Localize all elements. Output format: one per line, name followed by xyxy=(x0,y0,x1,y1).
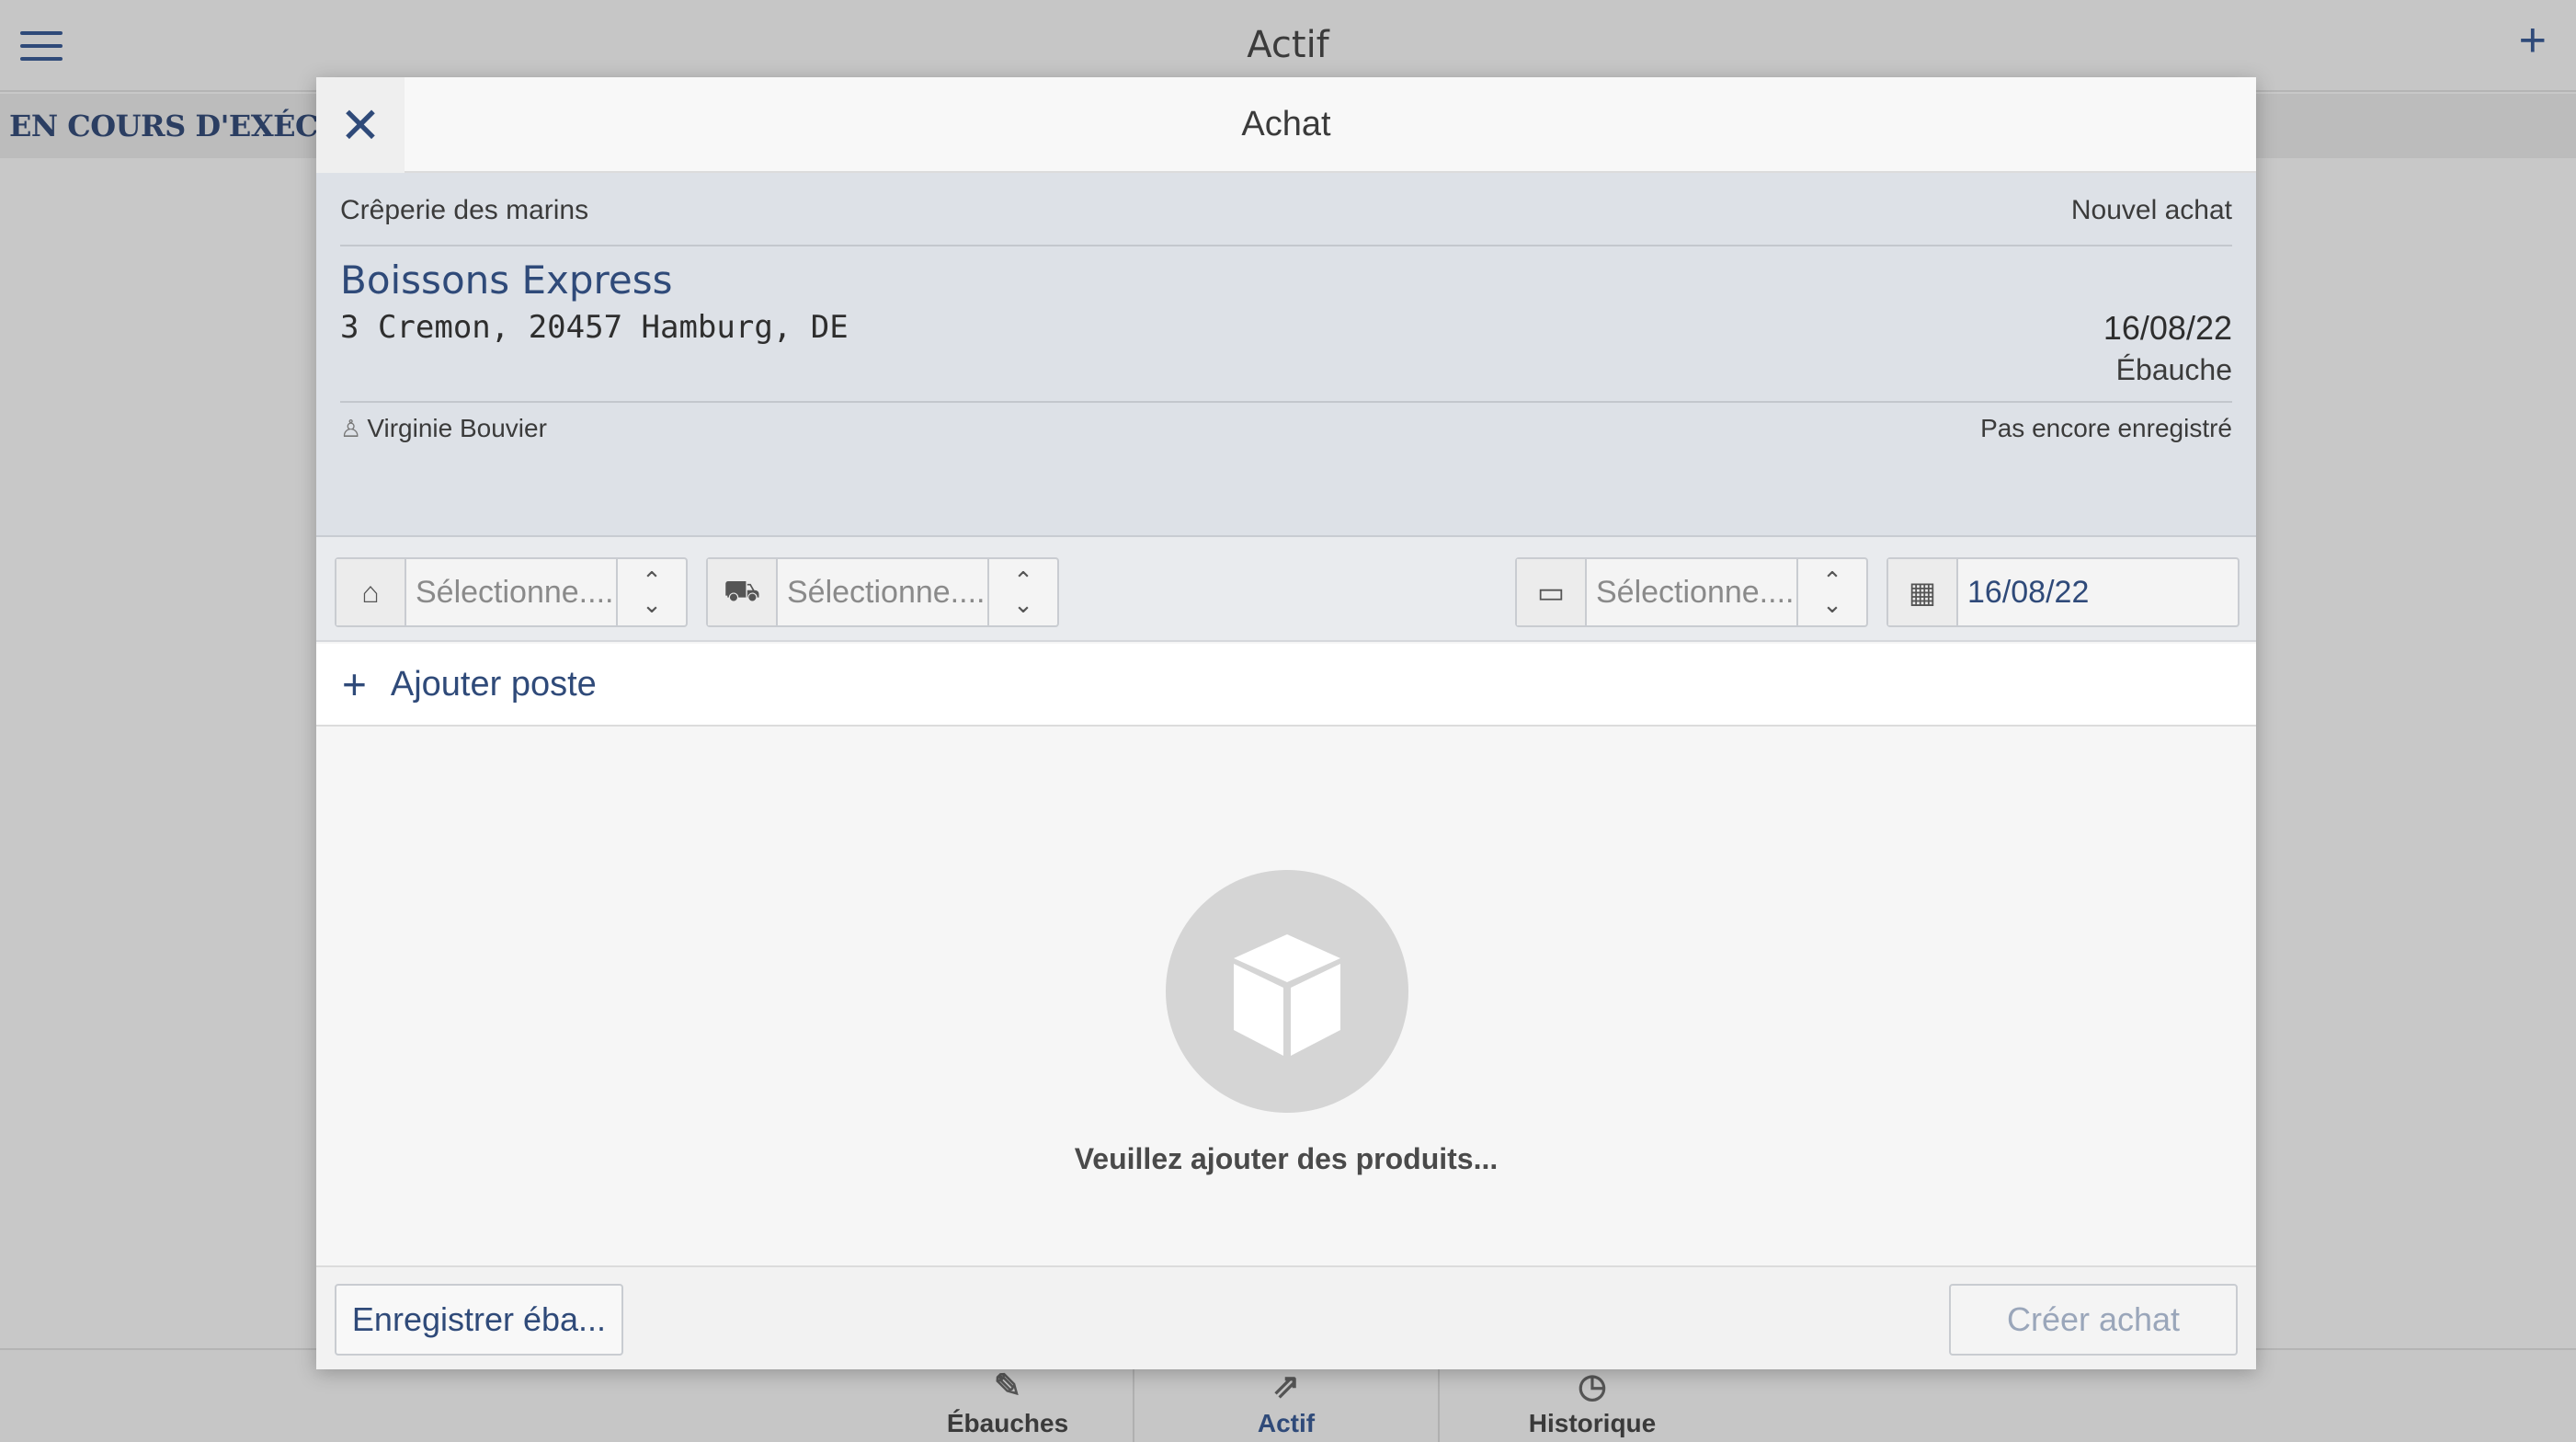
warehouse-select-value: Sélectionne..... xyxy=(416,574,616,610)
modal-title: Achat xyxy=(1241,105,1331,143)
calendar-icon: ▦ xyxy=(1888,559,1958,625)
date-field-value: 16/08/22 xyxy=(1967,574,2090,610)
delivery-select-value: Sélectionne..... xyxy=(787,574,987,610)
warehouse-select[interactable]: ⌂ Sélectionne..... ⌃ ⌄ xyxy=(335,557,688,627)
drafts-icon: ✎ xyxy=(993,1367,1022,1404)
add-item-button[interactable]: + Ajouter poste xyxy=(316,644,2256,727)
user-info: ♙ Virginie Bouvier xyxy=(340,414,547,443)
purchase-type: Nouvel achat xyxy=(2070,195,2232,225)
plus-icon: + xyxy=(342,660,367,708)
purchase-modal: ✕ Achat Crêperie des marins Nouvel achat… xyxy=(316,77,2256,1369)
status-badge: Ébauche xyxy=(2115,353,2232,386)
chevron-updown-icon[interactable]: ⌃ ⌄ xyxy=(987,559,1057,625)
payment-select[interactable]: ▭ Sélectionne..... ⌃ ⌄ xyxy=(1515,557,1868,627)
save-draft-button[interactable]: Enregistrer éba... xyxy=(335,1284,623,1356)
divider xyxy=(340,401,2232,403)
modal-header: ✕ Achat xyxy=(316,77,2256,173)
payment-icon: ▭ xyxy=(1517,559,1587,625)
user-icon: ♙ xyxy=(340,414,362,442)
plus-icon[interactable]: + xyxy=(2519,17,2547,64)
user-name: Virginie Bouvier xyxy=(367,414,547,442)
save-status: Pas encore enregistré xyxy=(1980,414,2232,442)
delivery-icon: ⛟ xyxy=(708,559,778,625)
history-icon: ◷ xyxy=(1578,1367,1607,1404)
selector-bar: ⌂ Sélectionne..... ⌃ ⌄ ⛟ Sélectionne.....… xyxy=(316,537,2256,642)
shop-name: Crêperie des marins xyxy=(340,195,589,225)
purchase-info-panel: Crêperie des marins Nouvel achat Boisson… xyxy=(316,173,2256,537)
supplier-address: 3 Cremon, 20457 Hamburg, DE xyxy=(340,309,849,346)
warehouse-icon: ⌂ xyxy=(336,559,406,625)
app-title: Actif xyxy=(1247,24,1329,66)
active-icon: ⇗ xyxy=(1271,1367,1301,1404)
tab-active-label: Actif xyxy=(1257,1409,1316,1437)
add-item-label: Ajouter poste xyxy=(390,664,597,704)
tab-drafts-label: Ébauches xyxy=(946,1409,1069,1437)
box-icon xyxy=(1166,870,1408,1113)
date-field[interactable]: ▦ 16/08/22 xyxy=(1886,557,2240,627)
purchase-date: 16/08/22 xyxy=(2103,309,2232,347)
empty-message: Veuillez ajouter des produits... xyxy=(1074,1142,1499,1175)
payment-select-value: Sélectionne..... xyxy=(1596,574,1796,610)
create-purchase-button[interactable]: Créer achat xyxy=(1949,1284,2238,1356)
delivery-select[interactable]: ⛟ Sélectionne..... ⌃ ⌄ xyxy=(706,557,1059,627)
chevron-updown-icon[interactable]: ⌃ ⌄ xyxy=(616,559,686,625)
empty-state: Veuillez ajouter des produits... xyxy=(316,728,2256,1343)
modal-footer: Enregistrer éba... Créer achat xyxy=(316,1265,2256,1369)
supplier-name[interactable]: Boissons Express xyxy=(340,258,673,303)
chevron-updown-icon[interactable]: ⌃ ⌄ xyxy=(1796,559,1866,625)
divider xyxy=(340,245,2232,246)
tab-history-label: Historique xyxy=(1528,1409,1657,1437)
